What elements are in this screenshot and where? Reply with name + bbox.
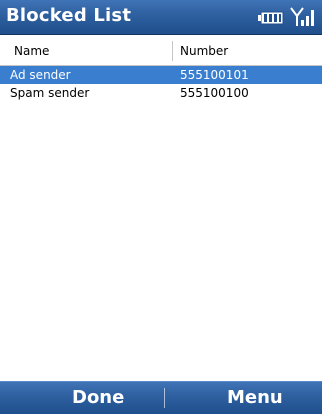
column-header-number[interactable]: Number xyxy=(180,44,228,58)
signal-strength-icon xyxy=(289,6,317,32)
list-item-name: Ad sender xyxy=(10,68,71,82)
list-item-number: 555100100 xyxy=(180,86,249,100)
softkey-divider xyxy=(164,388,165,408)
done-softkey[interactable]: Done xyxy=(72,387,124,408)
list-item[interactable]: Spam sender 555100100 xyxy=(0,84,322,102)
list-item-name: Spam sender xyxy=(10,86,90,100)
list-item[interactable]: Ad sender 555100101 xyxy=(0,66,322,84)
column-header-name[interactable]: Name xyxy=(14,44,49,58)
list-header: Name Number xyxy=(0,35,322,66)
list-item-number: 555100101 xyxy=(180,68,249,82)
menu-softkey[interactable]: Menu xyxy=(227,387,283,408)
title-bar: Blocked List xyxy=(0,0,322,35)
blocked-list: Ad sender 555100101 Spam sender 55510010… xyxy=(0,66,322,102)
page-title: Blocked List xyxy=(6,5,132,26)
column-divider xyxy=(172,41,173,61)
battery-icon xyxy=(258,10,284,29)
softkey-bar: Done Menu xyxy=(0,381,322,414)
